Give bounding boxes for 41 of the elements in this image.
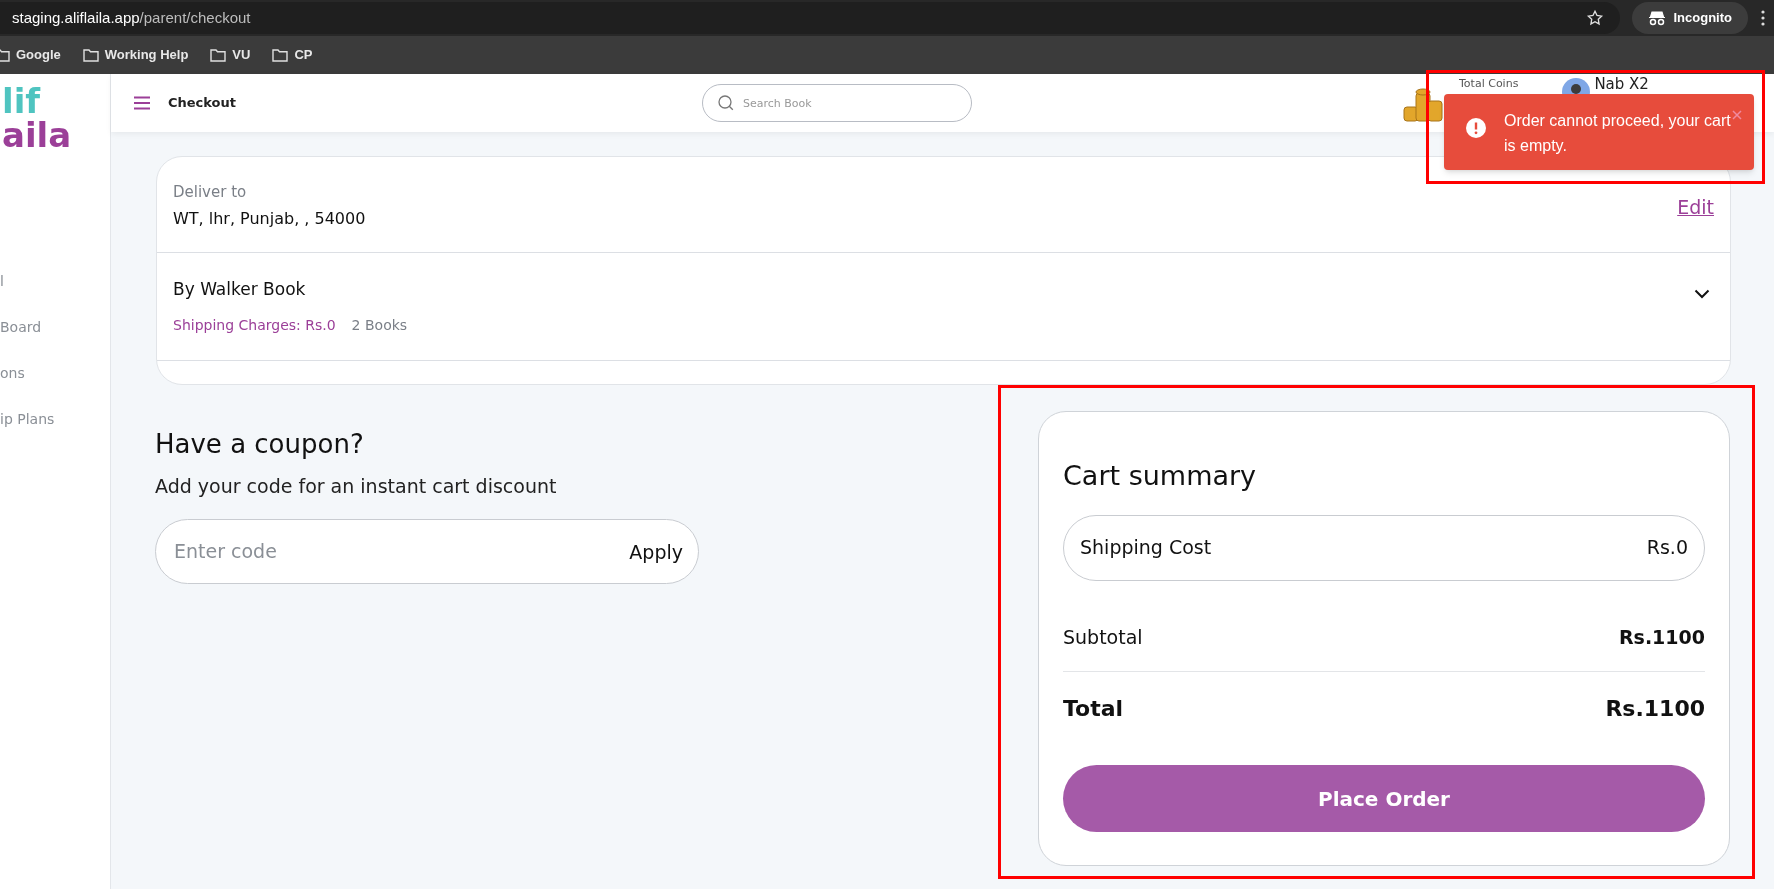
folder-icon bbox=[82, 48, 99, 62]
incognito-icon bbox=[1647, 10, 1666, 26]
seller-name: By Walker Book bbox=[173, 278, 307, 301]
bookmark[interactable]: CP bbox=[272, 45, 313, 65]
user-name[interactable]: Nab X2 bbox=[1594, 75, 1649, 93]
apply-button[interactable]: Apply bbox=[629, 537, 683, 566]
edit-link[interactable]: Edit bbox=[1677, 193, 1714, 222]
shipping-cost-label: Shipping Cost bbox=[1080, 535, 1212, 561]
coins-label: Total Coins bbox=[1459, 77, 1519, 91]
logo: lif aila bbox=[1, 84, 73, 157]
incognito-chip[interactable]: Incognito bbox=[1631, 2, 1748, 34]
page-title: Checkout bbox=[168, 94, 236, 113]
search-icon bbox=[718, 95, 734, 111]
place-order-button[interactable]: Place Order bbox=[1063, 765, 1705, 832]
coupon-description: Add your code for an instant cart discount bbox=[155, 474, 558, 499]
folder-icon bbox=[210, 48, 227, 62]
coupon-heading: Have a coupon? bbox=[155, 428, 365, 461]
menu-icon[interactable] bbox=[134, 96, 150, 110]
cart-title: Cart summary bbox=[1063, 459, 1258, 493]
shipping-cost-value: Rs.0 bbox=[1646, 535, 1688, 561]
star-icon[interactable] bbox=[1585, 9, 1604, 27]
sidebar-item[interactable]: l bbox=[0, 271, 110, 292]
bookmark[interactable]: VU bbox=[210, 45, 251, 65]
subtotal-label: Subtotal bbox=[1063, 624, 1143, 650]
search-field[interactable]: Search Book bbox=[702, 84, 972, 122]
bookmark[interactable]: Google bbox=[0, 45, 61, 65]
address-bar[interactable]: staging.aliflaila.app/parent/checkout bbox=[0, 2, 1620, 34]
book-count: 2 Books bbox=[351, 315, 408, 335]
url-text: staging.aliflaila.app/parent/checkout bbox=[12, 7, 251, 28]
shipping-charges: Shipping Charges: Rs.0 bbox=[173, 315, 336, 335]
alert-icon bbox=[1466, 118, 1486, 138]
toast-message: Order cannot proceed, your cart is empty. bbox=[1504, 111, 1732, 156]
chevron-icon[interactable] bbox=[1694, 289, 1710, 299]
folder-icon bbox=[272, 48, 289, 62]
bookmark[interactable]: Working Help bbox=[82, 45, 189, 65]
more-icon[interactable] bbox=[1760, 9, 1766, 27]
deliver-label: Deliver to bbox=[173, 182, 248, 203]
delivery-address: WT, lhr, Punjab, , 54000 bbox=[173, 207, 366, 230]
subtotal-value: Rs.1100 bbox=[1618, 624, 1705, 650]
total-label: Total bbox=[1063, 695, 1124, 723]
total-value: Rs.1100 bbox=[1605, 695, 1705, 723]
